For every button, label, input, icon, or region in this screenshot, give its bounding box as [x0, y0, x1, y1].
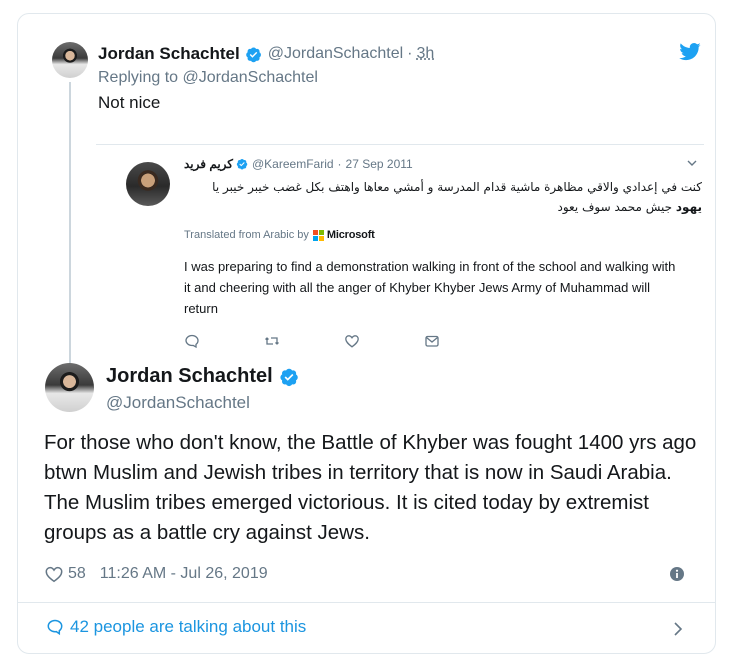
main-tweet-text: For those who don't know, the Battle of … [44, 431, 697, 544]
conversation-link[interactable]: 42 people are talking about this [46, 617, 306, 637]
like-icon [345, 335, 359, 348]
tweet-embed-card: Jordan Schachtel @JordanSchachtel · 3h R… [17, 13, 716, 654]
separator-dot: · [407, 45, 413, 62]
quoted-header: كريم فريد @KareemFarid · 27 Sep 2011 [184, 157, 413, 171]
quoted-actions [184, 333, 504, 349]
arabic-line-2: محمد سوف يعود [557, 200, 642, 214]
speech-bubble-icon [47, 619, 63, 636]
twitter-bird-icon[interactable] [679, 42, 701, 62]
reply-author-avatar[interactable] [52, 42, 88, 78]
main-author-avatar[interactable] [45, 363, 94, 412]
message-icon [425, 335, 439, 347]
replying-to: Replying to @JordanSchachtel [98, 69, 318, 87]
verified-badge-icon [245, 46, 261, 62]
reply-header: Jordan Schachtel @JordanSchachtel · 3h [98, 44, 434, 64]
chevron-down-icon[interactable] [686, 157, 698, 169]
translated-by: Translated from Arabic by Microsoft [184, 229, 375, 241]
quoted-translation: I was preparing to find a demonstration … [184, 259, 676, 316]
main-timestamp[interactable]: 11:26 AM - Jul 26, 2019 [100, 565, 268, 583]
main-author-name[interactable]: Jordan Schachtel [106, 365, 273, 388]
retweet-action[interactable] [264, 333, 344, 349]
like-icon[interactable] [44, 564, 64, 584]
arabic-line-1: كنت في إعدادي والاقي مظاهرة ماشية قدام ا… [212, 180, 702, 194]
reply-author-name[interactable]: Jordan Schachtel [98, 44, 240, 64]
like-action[interactable] [344, 333, 424, 349]
reply-text: Not nice [98, 93, 161, 112]
main-tweet-meta: 58 11:26 AM - Jul 26, 2019 [44, 564, 268, 584]
footer-divider [18, 602, 715, 603]
reply-icon [185, 334, 199, 349]
quoted-author-name[interactable]: كريم فريد [184, 157, 233, 171]
message-action[interactable] [424, 333, 504, 349]
reply-action[interactable] [184, 333, 264, 349]
verified-badge-icon [280, 368, 298, 386]
conversation-label: 42 people are talking about this [70, 617, 307, 636]
arabic-line-1-end: جيش [645, 200, 673, 214]
info-icon[interactable] [669, 566, 685, 582]
thread-line [69, 82, 71, 364]
quoted-author-avatar[interactable] [126, 162, 170, 206]
microsoft-logo-icon [312, 229, 324, 241]
like-count[interactable]: 58 [68, 565, 86, 583]
arabic-bold-word: يهود [675, 200, 702, 214]
retweet-icon [265, 337, 279, 345]
main-author-handle[interactable]: @JordanSchachtel [106, 393, 250, 413]
separator-dot: · [337, 157, 342, 171]
main-author-name-row: Jordan Schachtel [106, 365, 299, 388]
quoted-date[interactable]: 27 Sep 2011 [346, 157, 413, 171]
replying-prefix: Replying to [98, 69, 179, 86]
replying-to-link[interactable]: @JordanSchachtel [183, 69, 318, 86]
quoted-arabic-text: كنت في إعدادي والاقي مظاهرة ماشية قدام ا… [184, 177, 702, 217]
quoted-tweet[interactable]: كريم فريد @KareemFarid · 27 Sep 2011 كنت… [96, 144, 704, 359]
reply-author-handle[interactable]: @JordanSchachtel [268, 45, 403, 63]
verified-badge-icon [236, 159, 248, 170]
chevron-right-icon[interactable] [671, 620, 685, 638]
quoted-author-handle[interactable]: @KareemFarid [252, 157, 334, 171]
translated-prefix: Translated from Arabic by [184, 229, 309, 241]
reply-timestamp[interactable]: 3h [416, 45, 434, 63]
microsoft-label: Microsoft [326, 229, 375, 241]
